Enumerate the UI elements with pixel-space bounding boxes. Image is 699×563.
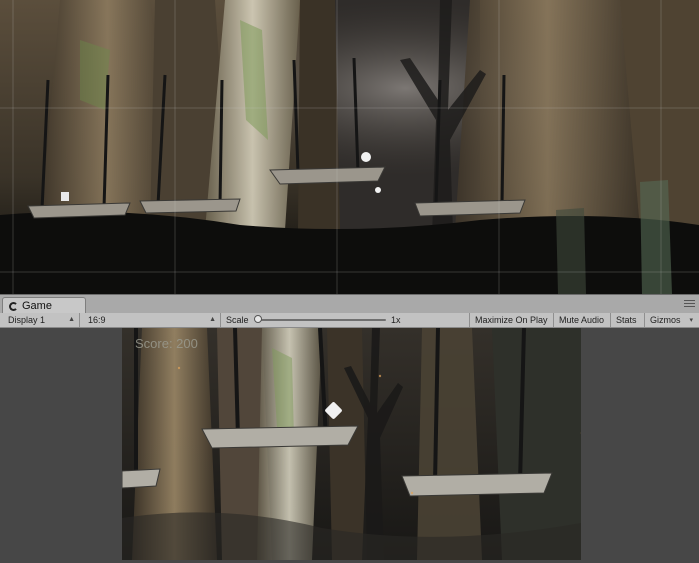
- stats-label: Stats: [616, 315, 637, 325]
- gizmos-label: Gizmos: [650, 315, 681, 325]
- pacman-icon: [9, 301, 18, 311]
- scale-slider-thumb[interactable]: [254, 315, 262, 323]
- maximize-on-play-label: Maximize On Play: [475, 315, 548, 325]
- game-canvas[interactable]: Score: 200: [122, 328, 581, 560]
- aspect-dropdown-label: 16:9: [88, 315, 106, 325]
- dropdown-arrow-icon: ▾: [689, 317, 693, 324]
- mute-audio-toggle[interactable]: Mute Audio: [554, 313, 611, 327]
- scale-value: 1x: [391, 315, 401, 325]
- score-text: Score: 200: [135, 336, 198, 351]
- scale-slider-track[interactable]: [258, 319, 386, 321]
- stats-toggle[interactable]: Stats: [611, 313, 645, 327]
- maximize-on-play-toggle[interactable]: Maximize On Play: [469, 313, 554, 327]
- scale-label: Scale: [226, 315, 249, 325]
- game-toolbar: Display 1 ▲▼ 16:9 ▲▼ Scale 1x Maximize O…: [0, 313, 699, 328]
- scene-cube-gizmo: [61, 192, 69, 201]
- mute-audio-label: Mute Audio: [559, 315, 605, 325]
- game-forest-background: [122, 328, 581, 560]
- display-dropdown-label: Display 1: [8, 315, 46, 325]
- game-tab-bar: Game: [0, 294, 699, 314]
- scene-view[interactable]: [0, 0, 699, 294]
- game-view: Score: 200: [0, 328, 699, 563]
- scene-forest-background: [0, 0, 699, 294]
- aspect-dropdown[interactable]: 16:9 ▲▼: [83, 313, 221, 327]
- updown-arrows-icon: ▲▼: [68, 316, 75, 323]
- display-dropdown[interactable]: Display 1 ▲▼: [3, 313, 80, 327]
- updown-arrows-icon: ▲▼: [209, 316, 216, 323]
- tab-game[interactable]: Game: [2, 297, 86, 314]
- tab-game-label: Game: [22, 300, 52, 312]
- tab-menu-icon[interactable]: [684, 300, 695, 309]
- gizmos-dropdown[interactable]: Gizmos ▾: [645, 313, 697, 327]
